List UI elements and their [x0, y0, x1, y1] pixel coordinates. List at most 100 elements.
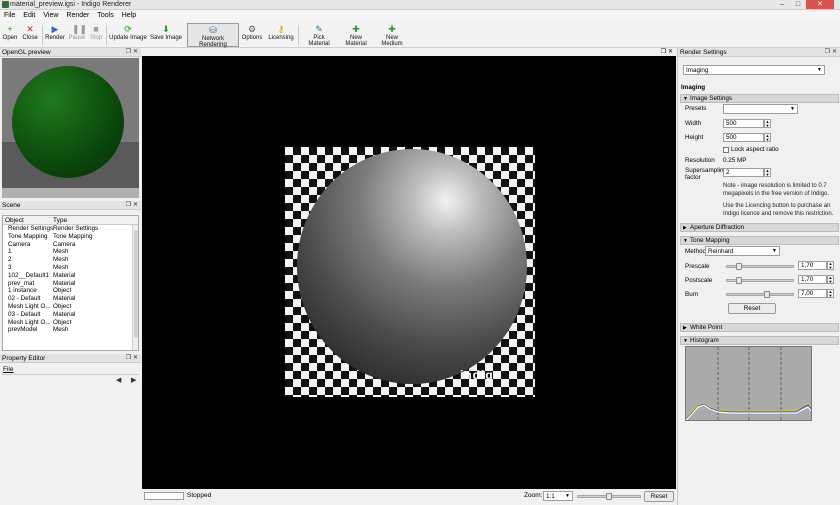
forward-arrow-icon[interactable]: ▶ — [131, 376, 136, 384]
column-object[interactable]: Object — [5, 216, 24, 225]
height-input[interactable]: 500 — [723, 133, 764, 142]
scene-row[interactable]: 03 - Default Material — [3, 311, 138, 319]
maximize-button[interactable]: □ — [790, 0, 806, 9]
prescale-spinner[interactable]: ▲ ▼ — [827, 261, 834, 270]
burn-input[interactable]: 7,00 — [798, 289, 827, 298]
viewport-titlebar: ❐ ✕ — [142, 48, 676, 56]
presets-select[interactable]: ▼ — [723, 104, 798, 114]
height-label: Height — [685, 134, 704, 141]
play-icon: ▶ — [51, 24, 59, 34]
pick-material-button[interactable]: ✎ Pick Material — [302, 23, 336, 47]
menu-view[interactable]: View — [39, 10, 62, 21]
close-window-button[interactable]: ✕ — [806, 0, 834, 9]
lock-aspect-label[interactable]: Lock aspect ratio — [731, 146, 779, 153]
close-icon[interactable]: ✕ — [133, 48, 138, 57]
progress-bar — [144, 492, 184, 500]
postscale-slider[interactable] — [726, 277, 794, 284]
category-select[interactable]: Imaging ▼ — [683, 65, 825, 75]
tone-mapping-reset-button[interactable]: Reset — [728, 303, 776, 314]
stop-button[interactable]: ■ Stop — [88, 23, 104, 47]
plus-icon: + — [7, 24, 13, 34]
scene-row[interactable]: 1 instance Object — [3, 287, 138, 295]
scene-row[interactable]: Tone Mapping Tone Mapping — [3, 233, 138, 241]
save-image-button[interactable]: ⬇ Save Image — [149, 23, 183, 47]
back-arrow-icon[interactable]: ◀ — [116, 376, 121, 384]
scene-row[interactable]: Render Settings Render Settings — [3, 225, 138, 233]
scene-row[interactable]: Mesh Light O... Object — [3, 319, 138, 327]
scene-tree[interactable]: Object Type Render Settings Render Settin… — [2, 215, 139, 351]
slider-knob[interactable] — [736, 263, 742, 270]
pause-button[interactable]: ❚❚ Pause — [67, 23, 87, 47]
histogram-section[interactable]: ▼ Histogram — [680, 336, 839, 345]
opengl-viewport[interactable] — [2, 58, 139, 198]
menu-render[interactable]: Render — [62, 10, 93, 21]
float-icon[interactable]: ❐ — [126, 354, 131, 363]
slider-knob[interactable] — [606, 493, 612, 500]
render-button[interactable]: ▶ Render — [44, 23, 66, 47]
property-file-menu[interactable]: File — [3, 366, 13, 373]
open-button[interactable]: + Open — [2, 23, 18, 47]
scene-row[interactable]: 02 - Default Material — [3, 295, 138, 303]
update-image-button[interactable]: ⟳ Update Image — [109, 23, 147, 47]
menu-file[interactable]: File — [0, 10, 19, 21]
network-rendering-button[interactable]: ⛁ Network Rendering — [187, 23, 239, 48]
menu-help[interactable]: Help — [118, 10, 140, 21]
tone-mapping-section[interactable]: ▼ Tone Mapping — [680, 236, 839, 245]
menu-tools[interactable]: Tools — [93, 10, 117, 21]
lock-aspect-checkbox[interactable] — [723, 147, 729, 153]
slider-knob[interactable] — [764, 291, 770, 298]
close-icon[interactable]: ✕ — [133, 354, 138, 363]
image-settings-section[interactable]: ▼ Image Settings — [680, 94, 839, 103]
scene-scrollbar[interactable] — [132, 225, 138, 350]
scene-row[interactable]: 2 Mesh — [3, 256, 138, 264]
postscale-spinner[interactable]: ▲ ▼ — [827, 275, 834, 284]
scene-row[interactable]: 3 Mesh — [3, 264, 138, 272]
licensing-button[interactable]: ⚷ Licensing — [268, 23, 294, 47]
zoom-select[interactable]: 1:1 ▼ — [543, 491, 573, 501]
float-icon[interactable]: ❐ — [825, 48, 830, 57]
scene-row[interactable]: prev_mat Material — [3, 280, 138, 288]
float-icon[interactable]: ❐ — [126, 201, 131, 210]
options-button[interactable]: ⚙ Options — [241, 23, 263, 47]
scene-row[interactable]: 1 Mesh — [3, 248, 138, 256]
method-select[interactable]: Reinhard ▼ — [705, 246, 780, 256]
white-point-section[interactable]: ▶ White Point — [680, 323, 839, 332]
float-icon[interactable]: ❐ — [661, 48, 666, 55]
scene-rows: Render Settings Render Settings Tone Mappi… — [3, 225, 138, 334]
rendered-sphere — [297, 149, 527, 384]
scrollbar-thumb[interactable] — [134, 230, 138, 338]
height-spinner[interactable]: ▲ ▼ — [764, 133, 771, 142]
column-type[interactable]: Type — [53, 216, 67, 225]
prescale-input[interactable]: 1,70 — [798, 261, 827, 270]
zoom-slider[interactable] — [577, 493, 641, 500]
render-viewport[interactable]: indigo — [142, 56, 676, 489]
burn-spinner[interactable]: ▲ ▼ — [827, 289, 834, 298]
prescale-slider[interactable] — [726, 263, 794, 270]
close-button[interactable]: ✕ Close — [20, 23, 40, 47]
scene-row[interactable]: Mesh Light O... Object — [3, 303, 138, 311]
postscale-input[interactable]: 1,70 — [798, 275, 827, 284]
scene-row[interactable]: Camera Camera — [3, 241, 138, 249]
new-medium-button[interactable]: ✚ New Medium — [376, 23, 408, 47]
scene-row[interactable]: prevModel Mesh — [3, 326, 138, 334]
scene-row[interactable]: 102__Default1 Material — [3, 272, 138, 280]
close-icon[interactable]: ✕ — [668, 48, 673, 55]
scene-object-type: Object — [53, 318, 72, 326]
burn-slider[interactable] — [726, 291, 794, 298]
close-icon[interactable]: ✕ — [133, 201, 138, 210]
menu-edit[interactable]: Edit — [19, 10, 39, 21]
slider-knob[interactable] — [736, 277, 742, 284]
new-material-button[interactable]: ✚ New Material — [339, 23, 373, 47]
key-icon: ⚷ — [277, 24, 285, 34]
scene-object-type: Material — [53, 295, 76, 303]
supersampling-spinner[interactable]: ▲ ▼ — [764, 168, 771, 177]
expand-triangle-icon: ▼ — [683, 338, 688, 344]
float-icon[interactable]: ❐ — [126, 48, 131, 57]
aperture-diffraction-section[interactable]: ▶ Aperture Diffraction — [680, 223, 839, 232]
width-input[interactable]: 500 — [723, 119, 764, 128]
minimize-button[interactable]: – — [774, 0, 790, 9]
width-spinner[interactable]: ▲ ▼ — [764, 119, 771, 128]
supersampling-input[interactable]: 2 — [723, 168, 764, 177]
zoom-reset-button[interactable]: Reset — [644, 491, 674, 502]
close-icon[interactable]: ✕ — [832, 48, 837, 57]
